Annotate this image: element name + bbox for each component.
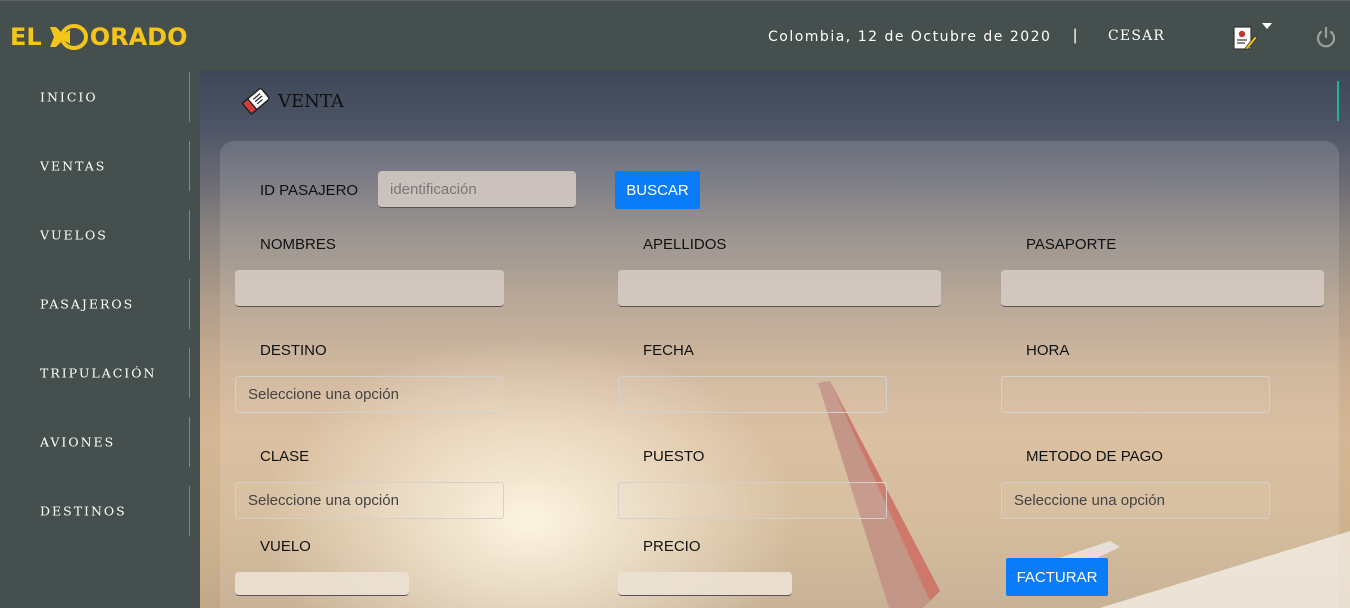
destino-label: DESTINO <box>260 342 327 359</box>
sidebar-item-ventas[interactable]: VENTAS <box>0 141 190 191</box>
sidebar-item-label: VENTAS <box>40 158 107 174</box>
clase-label: CLASE <box>260 448 310 465</box>
sidebar-item-label: VUELOS <box>40 227 108 243</box>
header-date: Colombia, 12 de Octubre de 2020 <box>768 29 1052 45</box>
nombres-field[interactable] <box>235 270 504 307</box>
sale-form-panel <box>220 141 1339 608</box>
precio-label: PRECIO <box>643 538 701 555</box>
destino-select-value: Seleccione una opción <box>248 386 399 403</box>
sidebar-item-tripulacion[interactable]: TRIPULACIÓN <box>0 348 190 398</box>
sidebar-item-inicio[interactable]: INICIO <box>0 72 190 122</box>
metodo-pago-select-value: Seleccione una opción <box>1014 492 1165 509</box>
sidebar-item-destinos[interactable]: DESTINOS <box>0 486 190 536</box>
sidebar-item-label: INICIO <box>40 89 98 105</box>
sidebar-item-vuelos[interactable]: VUELOS <box>0 210 190 260</box>
vuelo-label: VUELO <box>260 538 311 555</box>
divider <box>1337 81 1339 121</box>
clase-select-value: Seleccione una opción <box>248 492 399 509</box>
logo-text-right: ORADO <box>89 23 188 51</box>
sidebar: INICIO VENTAS VUELOS PASAJEROS TRIPULACI… <box>0 71 200 608</box>
pasaporte-field[interactable] <box>1001 270 1324 307</box>
apellidos-field[interactable] <box>618 270 941 307</box>
vuelo-field[interactable] <box>235 572 409 596</box>
puesto-label: PUESTO <box>643 448 705 465</box>
metodo-pago-label: METODO DE PAGO <box>1026 448 1163 465</box>
sidebar-item-label: AVIONES <box>40 434 116 450</box>
id-pasajero-label: ID PASAJERO <box>260 182 359 199</box>
header-separator: | <box>1073 27 1078 44</box>
logo-text-left: EL <box>10 23 42 51</box>
apellidos-label: APELLIDOS <box>643 236 727 253</box>
search-button[interactable]: BUSCAR <box>615 171 700 209</box>
ticket-icon <box>241 88 270 116</box>
document-edit-icon[interactable] <box>1232 25 1258 51</box>
fecha-label: FECHA <box>643 342 694 359</box>
power-icon[interactable] <box>1314 26 1338 50</box>
sidebar-item-label: PASAJEROS <box>40 296 135 312</box>
sidebar-item-pasajeros[interactable]: PASAJEROS <box>0 279 190 329</box>
id-pasajero-input[interactable] <box>378 171 576 208</box>
caret-down-icon[interactable] <box>1262 23 1272 29</box>
sidebar-item-label: DESTINOS <box>40 503 127 519</box>
main-content: VENTA ID PASAJERO BUSCAR NOMBRES APELLID… <box>200 71 1350 608</box>
fecha-field[interactable] <box>618 376 887 413</box>
metodo-pago-select[interactable]: Seleccione una opción <box>1001 482 1270 519</box>
plane-icon <box>45 24 88 50</box>
pasaporte-label: PASAPORTE <box>1026 236 1117 253</box>
destino-select[interactable]: Seleccione una opción <box>235 376 504 413</box>
clase-select[interactable]: Seleccione una opción <box>235 482 504 519</box>
user-name[interactable]: CESAR <box>1108 28 1165 44</box>
sidebar-item-aviones[interactable]: AVIONES <box>0 417 190 467</box>
nombres-label: NOMBRES <box>260 236 336 253</box>
invoice-button[interactable]: FACTURAR <box>1006 558 1108 596</box>
sidebar-item-label: TRIPULACIÓN <box>40 365 157 381</box>
eldorado-logo[interactable]: EL ORADO <box>10 23 187 51</box>
puesto-field[interactable] <box>618 482 887 519</box>
hora-field[interactable] <box>1001 376 1270 413</box>
page-title: VENTA <box>278 91 344 112</box>
hora-label: HORA <box>1026 342 1070 359</box>
precio-field[interactable] <box>618 572 792 596</box>
top-header: EL ORADO Colombia, 12 de Octubre de 2020… <box>0 0 1350 71</box>
